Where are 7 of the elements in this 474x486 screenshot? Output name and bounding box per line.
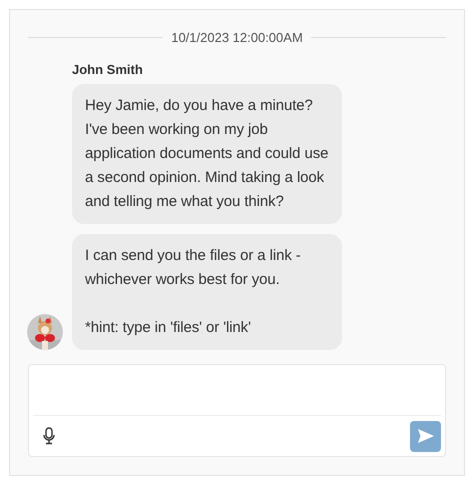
message-text: *hint: type in 'files' or 'link' — [85, 318, 252, 338]
sender-name: John Smith — [72, 60, 144, 78]
message-text: Hey Jamie, do you have a minute? I've been working on my job application documents and could use a second opinion. Mind taking a look and telling me what you think? — [85, 96, 329, 212]
message-text: I can send you the files or a link - whichever works best for you. — [85, 246, 302, 290]
send-icon — [416, 428, 434, 444]
timestamp: 10/1/2023 12:00:00AM — [171, 29, 303, 47]
microphone-icon[interactable] — [42, 427, 56, 445]
